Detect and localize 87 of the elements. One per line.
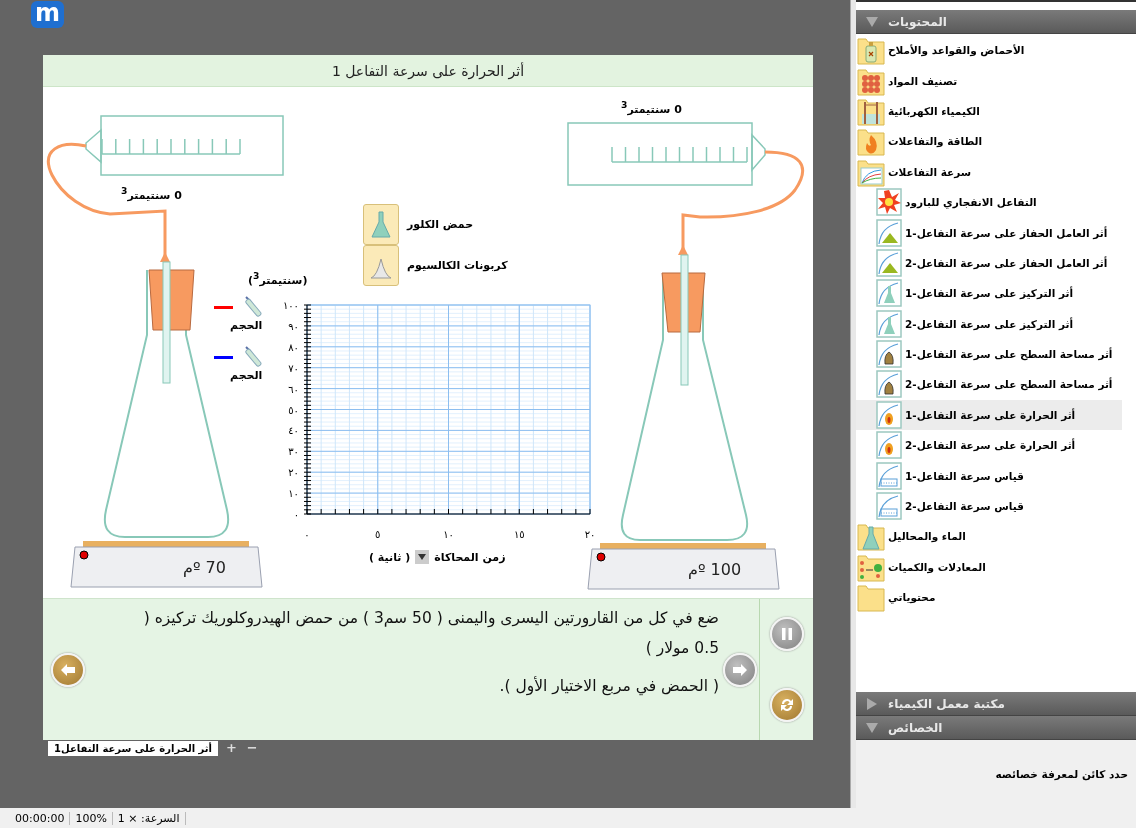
- simulation-title: أثر الحرارة على سرعة التفاعل 1: [43, 55, 813, 87]
- tick-label: ٨٠: [288, 341, 299, 353]
- flask-icon: [370, 209, 392, 240]
- refresh-icon: [778, 696, 795, 713]
- tree-item[interactable]: أثر الحرارة على سرعة التفاعل-2: [856, 430, 1122, 461]
- unit-dropdown[interactable]: [415, 550, 430, 564]
- tree-folder[interactable]: سرعة التفاعلات: [856, 156, 1122, 187]
- tree-folder[interactable]: الكيمياء الكهربائية: [856, 95, 1122, 127]
- caret-icon: [418, 554, 427, 560]
- legend-label: الحجم: [230, 369, 263, 382]
- next-button[interactable]: [723, 653, 757, 687]
- graph-lump-icon: [876, 370, 902, 399]
- collapse-arrow-icon: [866, 15, 878, 28]
- temperature-reading: 70 ºم: [183, 558, 226, 577]
- properties-message: حدد كائن لمعرفة خصائصه: [995, 768, 1128, 780]
- axis-title: زمن المحاكاة: [434, 550, 506, 564]
- tick-label: ٧٠: [288, 362, 299, 374]
- graph-beaker-icon: [876, 461, 902, 490]
- graph-cone-icon: [876, 218, 902, 247]
- bottle-folder-icon: [857, 35, 885, 66]
- tick-label: ٤٠: [288, 425, 299, 437]
- back-button[interactable]: [51, 653, 85, 687]
- unit-label: ( ثانية ): [369, 550, 411, 564]
- graph-cone-icon: [876, 248, 902, 277]
- tree-item[interactable]: قياس سرعة التفاعل-2: [856, 490, 1122, 522]
- tick-label: ١٥: [513, 529, 525, 540]
- reagent-button[interactable]: [363, 204, 399, 245]
- tick-label: ٢٠: [288, 467, 299, 479]
- tree-folder[interactable]: الطاقة والتفاعلات: [856, 126, 1122, 157]
- tree-folder[interactable]: المعادلات والكميات: [856, 551, 1122, 583]
- tick-label: ١٠: [288, 488, 299, 500]
- tick-label: ٩٠: [288, 320, 299, 332]
- document-tab[interactable]: أثر الحرارة على سرعة التفاعل1: [48, 740, 218, 756]
- tick-label: ٠: [293, 509, 299, 520]
- instruction-text: ( الحمض في مربع الاختيار الأول ).: [498, 675, 719, 698]
- flask-folder-icon: [857, 521, 885, 552]
- tree-item[interactable]: أثر التركيز على سرعة التفاعل-2: [856, 308, 1122, 339]
- tree-folder[interactable]: الماء والمحاليل: [856, 521, 1122, 552]
- tick-label: ١٠: [443, 529, 454, 540]
- arrow-right-icon: [732, 663, 748, 677]
- tree-folder[interactable]: محتوياتي: [856, 582, 1122, 613]
- status-item: السرعة: × 1: [112, 811, 186, 825]
- status-item: 100%: [70, 811, 113, 825]
- graph-flask-icon: [876, 309, 902, 338]
- reagent-label: كربونات الكالسيوم: [407, 259, 508, 272]
- tree-item[interactable]: أثر الحرارة على سرعة التفاعل-1: [856, 399, 1122, 431]
- reagent-button[interactable]: [363, 245, 399, 286]
- tick-label: ٠: [304, 529, 310, 540]
- tick-label: ٢٠: [584, 529, 596, 540]
- tick-label: ١٠٠: [282, 300, 299, 311]
- tree-folder[interactable]: الأحماض والقواعد والأملاح: [856, 35, 1122, 66]
- tree-folder[interactable]: تصنيف المواد: [856, 65, 1122, 96]
- tick-label: ٥٠: [288, 404, 299, 416]
- graph-flame-icon: [876, 431, 902, 460]
- graph-lump-icon: [876, 340, 902, 369]
- tab-control-button[interactable]: +: [223, 741, 239, 755]
- tab-control-button[interactable]: −: [244, 741, 260, 755]
- tick-label: ٦٠: [288, 383, 299, 395]
- panel-header[interactable]: مكتبة معمل الكيمياء: [856, 692, 1136, 716]
- reagent-label: حمض الكلور: [407, 218, 474, 231]
- tree-item[interactable]: أثر مساحة السطح على سرعة التفاعل-1: [856, 338, 1122, 370]
- graph-flame-icon: [876, 400, 902, 429]
- tree-item[interactable]: أثر مساحة السطح على سرعة التفاعل-2: [856, 369, 1122, 400]
- tick-label: ٥: [375, 529, 381, 540]
- collapse-arrow-icon: [866, 721, 878, 734]
- restart-button[interactable]: [769, 687, 804, 722]
- tree-item[interactable]: التفاعل الانفجاري للبارود: [856, 186, 1122, 218]
- panel-header[interactable]: الخصائص: [856, 716, 1136, 740]
- app-logo: m: [31, 1, 64, 28]
- graph-beaker-icon: [876, 492, 902, 521]
- status-item: 00:00:00: [10, 811, 71, 825]
- expand-arrow-icon: [866, 697, 878, 710]
- tree-item[interactable]: أثر التركيز على سرعة التفاعل-1: [856, 278, 1122, 309]
- pause-button[interactable]: [769, 617, 804, 652]
- pause-icon: [780, 627, 793, 642]
- tree-item[interactable]: قياس سرعة التفاعل-1: [856, 460, 1122, 491]
- explosion-icon: [876, 188, 902, 217]
- arrow-left-icon: [60, 663, 76, 677]
- tick-label: ٣٠: [288, 446, 299, 458]
- tree-item[interactable]: أثر العامل الحفاز على سرعة التفاعل-2: [856, 247, 1122, 279]
- flame-folder-icon: [857, 126, 885, 157]
- tree-item[interactable]: أثر العامل الحفاز على سرعة التفاعل-1: [856, 217, 1122, 248]
- instruction-text: ضع في كل من القارورتين اليسرى واليمنى ( 50 سم3 ) من حمض الهيدروكلوريك تركيزه ( 0.5 مولار ): [142, 608, 719, 659]
- graph-flask-icon: [876, 279, 902, 308]
- legend-label: الحجم: [230, 319, 263, 332]
- temperature-reading: 100 ºم: [688, 560, 742, 579]
- panel-header[interactable]: المحتويات: [856, 10, 1136, 34]
